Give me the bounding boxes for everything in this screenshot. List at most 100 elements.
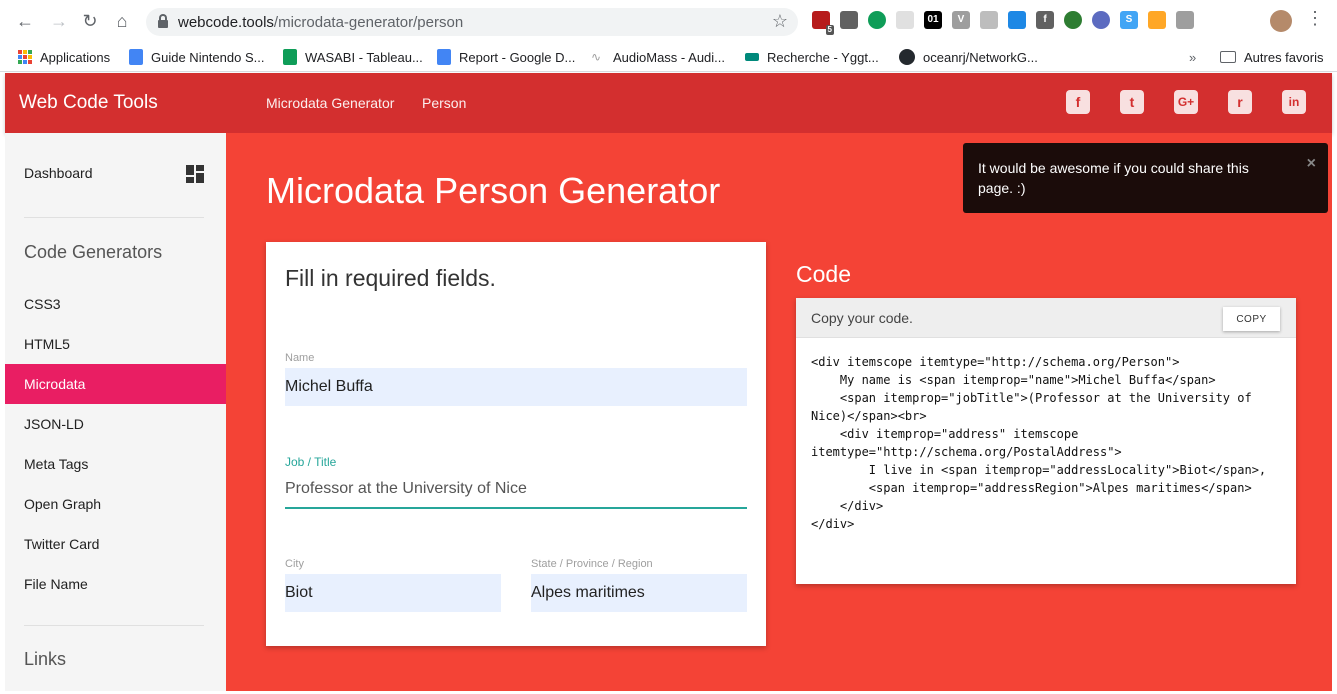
fish-icon[interactable] (1148, 11, 1166, 29)
sidebar-item-meta-tags[interactable]: Meta Tags (5, 444, 226, 484)
tool-icon[interactable] (840, 11, 858, 29)
sidebar-divider (24, 625, 204, 626)
dashboard-icon[interactable] (186, 165, 204, 183)
form-card: Fill in required fields. Name Job / Titl… (266, 242, 766, 646)
globe-icon[interactable] (1064, 11, 1082, 29)
sidebar-item-css3[interactable]: CSS3 (5, 284, 226, 324)
sidebar-section-generators: Code Generators (24, 242, 163, 262)
01-icon[interactable]: 01 (924, 11, 942, 29)
region-field-box (531, 574, 747, 612)
job-title-field[interactable] (285, 471, 747, 507)
browser-toolbar: ← → ↻ ⌂ webcode.tools/microdata-generato… (0, 0, 1337, 42)
waveform-icon: ∿ (591, 50, 602, 64)
docs-icon (129, 49, 143, 65)
bookmark-star-icon[interactable]: ☆ (772, 11, 788, 32)
facebook-ext-icon[interactable]: f (1036, 11, 1054, 29)
sidebar-item-microdata[interactable]: Microdata (5, 364, 226, 404)
reddit-icon[interactable]: r (1228, 90, 1252, 114)
sidebar-item-open-graph[interactable]: Open Graph (5, 484, 226, 524)
sidebar-item-html5[interactable]: HTML5 (5, 324, 226, 364)
bookmark-label: Guide Nintendo S... (151, 49, 265, 65)
copy-button[interactable]: COPY (1223, 307, 1280, 331)
job-title-field-box (285, 471, 747, 509)
bookmark-label: Report - Google D... (459, 49, 576, 65)
folder-icon (1220, 51, 1236, 63)
url-path: /microdata-generator/person (273, 14, 464, 31)
city-label: City (285, 558, 304, 570)
sidebar-item-file-name[interactable]: File Name (5, 564, 226, 604)
profile-avatar[interactable] (1270, 10, 1292, 32)
sidebar-item-twitter-card[interactable]: Twitter Card (5, 524, 226, 564)
browser-menu-icon[interactable]: ⋮ (1306, 8, 1324, 29)
form-heading: Fill in required fields. (285, 265, 496, 291)
code-output[interactable]: <div itemscope itemtype="http://schema.o… (811, 353, 1285, 533)
twitter-icon[interactable]: t (1120, 90, 1144, 114)
home-icon[interactable]: ⌂ (111, 10, 133, 32)
reload-icon[interactable]: ↻ (79, 10, 101, 32)
bookmark-wasabi[interactable]: WASABI - Tableau... (283, 47, 423, 67)
bookmark-guide-nintendo[interactable]: Guide Nintendo S... (129, 47, 264, 67)
feather-icon[interactable] (1008, 11, 1026, 29)
bookmarks-overflow[interactable]: » (1189, 47, 1196, 67)
other-bookmarks[interactable]: Autres favoris (1220, 47, 1323, 67)
app-header: Web Code Tools Microdata Generator Perso… (5, 73, 1332, 133)
share-toast: It would be awesome if you could share t… (963, 143, 1328, 213)
url-text[interactable]: webcode.tools/microdata-generator/person (178, 14, 463, 31)
chat-icon[interactable] (980, 11, 998, 29)
sidebar-item-dashboard[interactable]: Dashboard (24, 165, 93, 181)
forward-arrow-icon[interactable]: → (48, 10, 70, 32)
other-bookmarks-label: Autres favoris (1244, 49, 1324, 65)
bookmarks-bar: Applications Guide Nintendo S... WASABI … (0, 42, 1337, 72)
region-field[interactable] (531, 574, 747, 612)
sheets-icon (283, 49, 297, 65)
grid-icon[interactable] (896, 11, 914, 29)
tree-icon[interactable] (1176, 11, 1194, 29)
breadcrumb-microdata[interactable]: Microdata Generator (266, 95, 394, 111)
linkedin-icon[interactable]: in (1282, 90, 1306, 114)
ublock-icon[interactable]: 5 (812, 11, 834, 35)
back-arrow-icon[interactable]: ← (14, 10, 36, 32)
google-plus-icon[interactable]: G+ (1174, 90, 1198, 114)
copy-hint: Copy your code. (811, 310, 913, 326)
brand-title[interactable]: Web Code Tools (19, 92, 158, 114)
breadcrumb-person[interactable]: Person (422, 95, 466, 111)
close-icon[interactable]: × (1307, 155, 1316, 173)
code-toolbar: Copy your code. COPY (796, 298, 1296, 338)
bookmark-recherche[interactable]: Recherche - Yggt... (745, 47, 879, 67)
bookmark-report[interactable]: Report - Google D... (437, 47, 575, 67)
page-title: Microdata Person Generator (266, 170, 721, 211)
city-field[interactable] (285, 574, 501, 612)
v-icon[interactable]: V (952, 11, 970, 29)
apps-grid-icon (18, 50, 32, 64)
bookmark-applications[interactable]: Applications (18, 47, 110, 67)
sidebar-divider (24, 217, 204, 218)
sidebar-item-json-ld[interactable]: JSON-LD (5, 404, 226, 444)
main-content: Microdata Person Generator Fill in requi… (226, 133, 1332, 691)
name-field-box (285, 368, 747, 406)
extensions-bar: 5 01 V f S (812, 11, 1194, 35)
green-drop-icon[interactable] (868, 11, 886, 29)
sidebar-section-links: Links (24, 649, 67, 669)
bookmark-label: Recherche - Yggt... (767, 49, 879, 65)
lock-icon (158, 14, 168, 28)
bookmark-label: Applications (40, 49, 111, 65)
docs-icon (437, 49, 451, 65)
bookmark-audiomass[interactable]: ∿ AudioMass - Audi... (591, 47, 725, 67)
bookmark-oceanrj[interactable]: oceanrj/NetworkG... (899, 47, 1038, 67)
github-icon (899, 49, 915, 65)
s-icon[interactable]: S (1120, 11, 1138, 29)
city-field-box (285, 574, 501, 612)
check-icon[interactable] (1092, 11, 1110, 29)
code-title: Code (796, 261, 851, 287)
sidebar: Dashboard Code Generators CSS3 HTML5 Mic… (5, 133, 226, 691)
region-label: State / Province / Region (531, 558, 653, 570)
bookmark-label: AudioMass - Audi... (613, 49, 725, 65)
code-card: Copy your code. COPY <div itemscope item… (796, 298, 1296, 584)
address-bar[interactable]: webcode.tools/microdata-generator/person… (146, 8, 798, 36)
bookmark-label: oceanrj/NetworkG... (923, 49, 1038, 65)
job-title-label: Job / Title (285, 455, 337, 469)
facebook-icon[interactable]: f (1066, 90, 1090, 114)
ygg-icon (745, 53, 759, 61)
name-field[interactable] (285, 368, 747, 406)
extension-badge: 5 (825, 25, 834, 35)
